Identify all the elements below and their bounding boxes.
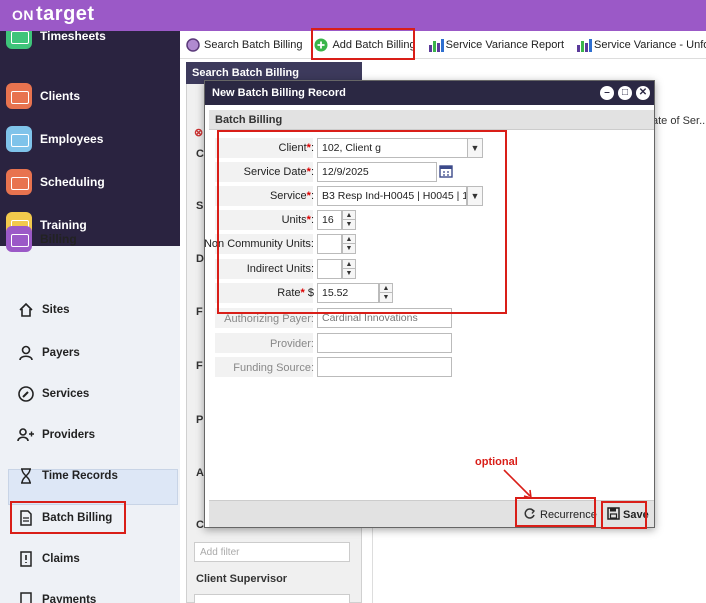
sidebar-item-providers[interactable]: Providers (16, 423, 95, 447)
sidebar-item-label: Sites (42, 304, 70, 316)
toolbar-label: Service Variance - Unfor (594, 38, 706, 51)
funding-source-label: Funding Source: (233, 362, 314, 374)
funding-source-field (317, 357, 452, 377)
sidebar-item-clients[interactable]: Clients (6, 79, 176, 113)
minimize-icon[interactable]: – (600, 86, 614, 100)
app-logo[interactable]: ON target (12, 3, 95, 26)
sidebar-item-services[interactable]: Services (16, 382, 89, 406)
toolbar: Search Batch Billing Add Batch Billing S… (180, 31, 706, 59)
filter-label: F (196, 360, 203, 372)
close-icon[interactable]: ✕ (636, 86, 650, 100)
highlight-add-batch-billing (311, 28, 415, 60)
sidebar-item-label: Employees (40, 132, 104, 146)
close-icon[interactable]: ⊗ (194, 126, 203, 139)
folder-icon (6, 31, 32, 49)
section-header: Batch Billing (209, 110, 654, 130)
bar-chart-icon (576, 38, 593, 52)
filter-label: A (196, 467, 204, 479)
sidebar-item-label: Clients (40, 89, 81, 103)
filter-label: C (196, 519, 204, 531)
filter-label: C (196, 148, 204, 160)
filter-input[interactable]: Add filter (194, 542, 350, 562)
folder-icon (6, 126, 32, 152)
search-icon (186, 37, 200, 52)
sidebar-item-label: Providers (42, 429, 96, 441)
bar-chart-icon (428, 38, 444, 52)
provider-field (317, 333, 452, 353)
payments-icon (16, 590, 36, 603)
column-header: ate of Ser... (652, 115, 706, 127)
sidebar-modules: Timesheets Clients Employees Scheduling … (0, 31, 180, 246)
highlight-batch-billing (10, 501, 126, 534)
folder-icon (6, 83, 32, 109)
wrench-icon (16, 384, 36, 404)
sidebar-item-label: Payers (42, 347, 80, 359)
top-bar: ON target (0, 0, 706, 31)
filter-input[interactable] (194, 594, 350, 603)
filter-label: D (196, 253, 204, 265)
sidebar-item-payers[interactable]: Payers (16, 341, 80, 365)
sidebar-item-billing[interactable]: Billing (6, 225, 77, 253)
payer-icon (16, 343, 36, 363)
search-batch-billing-button[interactable]: Search Batch Billing (180, 33, 308, 57)
optional-annotation: optional (475, 456, 518, 468)
filter-label: F (196, 306, 203, 318)
service-variance-report-button[interactable]: Service Variance Report (422, 33, 570, 57)
folder-icon (6, 226, 32, 252)
annotation-arrow (503, 469, 532, 500)
sidebar-item-time-records[interactable]: Time Records (16, 464, 118, 488)
hourglass-icon (16, 466, 36, 486)
sidebar-item-label: Timesheets (40, 31, 106, 43)
sidebar-item-claims[interactable]: Claims (16, 547, 80, 571)
toolbar-label: Service Variance Report (445, 38, 565, 51)
sidebar-item-label: Claims (42, 553, 80, 565)
sidebar-item-label: Payments (42, 594, 97, 603)
highlight-save (601, 501, 647, 529)
sidebar-item-label: Billing (40, 232, 77, 246)
authorizing-payer-label: Authorizing Payer: (224, 313, 314, 325)
sidebar-item-label: Services (42, 388, 90, 400)
sidebar-item-timesheets[interactable]: Timesheets (6, 31, 176, 53)
users-icon (16, 425, 36, 445)
dialog-title: New Batch Billing Record (205, 81, 654, 105)
sidebar-item-payments[interactable]: Payments (16, 588, 96, 603)
service-variance-unfor-button[interactable]: Service Variance - Unfor (570, 33, 706, 57)
claims-icon (16, 549, 36, 569)
calendar-icon (6, 169, 32, 195)
toolbar-label: Search Batch Billing (204, 38, 303, 51)
sidebar-item-label: Scheduling (40, 175, 105, 189)
sidebar-item-employees[interactable]: Employees (6, 122, 176, 156)
sidebar-item-sites[interactable]: Sites (16, 298, 70, 322)
filter-label: S (196, 200, 204, 212)
provider-label: Provider: (269, 338, 314, 350)
sidebar-item-label: Time Records (42, 470, 118, 482)
highlight-required-fields (217, 130, 507, 314)
sidebar-item-scheduling[interactable]: Scheduling (6, 165, 176, 199)
client-supervisor-label: Client Supervisor (196, 573, 288, 585)
filter-label: P (196, 414, 204, 426)
maximize-icon[interactable]: □ (618, 86, 632, 100)
house-icon (16, 300, 36, 320)
